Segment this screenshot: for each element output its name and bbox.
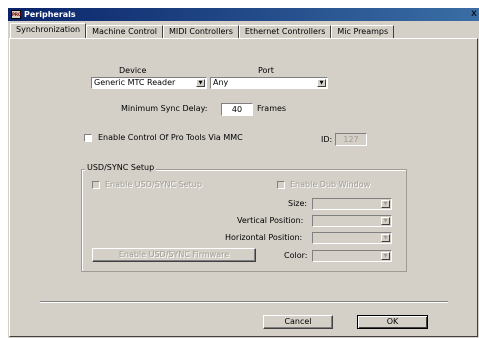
horizontal-position-select[interactable]: ▼ [312,232,392,244]
cancel-button[interactable]: Cancel [263,315,333,329]
device-label: Device [119,66,147,75]
tab-mic-preamps[interactable]: Mic Preamps [331,25,395,38]
chevron-down-icon[interactable]: ▼ [381,200,390,208]
port-label: Port [258,66,274,75]
size-select[interactable]: ▼ [312,198,392,210]
ok-button[interactable]: OK [357,315,428,329]
title-bar[interactable]: PRO Peripherals x [8,8,479,21]
size-label: Size: [288,199,308,208]
tab-synchronization[interactable]: Synchronization [10,23,87,38]
chevron-down-icon[interactable]: ▼ [317,79,326,87]
enable-dub-window-checkbox[interactable] [277,181,285,189]
tab-midi-controllers[interactable]: MIDI Controllers [163,25,239,38]
id-label: ID: [321,135,333,144]
footer-divider [40,301,448,303]
window-title: Peripherals [24,10,76,19]
vertical-position-label: Vertical Position: [237,216,304,225]
peripherals-window: PRO Peripherals x Synchronization Machin… [8,8,479,338]
chevron-down-icon[interactable]: ▼ [381,252,390,260]
color-label: Color: [284,251,308,260]
tab-strip: Synchronization Machine Control MIDI Con… [10,23,395,38]
min-sync-delay-label: Minimum Sync Delay: [121,104,208,113]
enable-usd-sync-checkbox[interactable] [92,181,100,189]
port-select-value: Any [213,78,229,87]
mmc-checkbox[interactable] [84,134,92,142]
enable-usd-sync-label: Enable USD/SYNC Setup [105,180,202,189]
min-sync-delay-input[interactable]: 40 [221,103,253,116]
mmc-label: Enable Control Of Pro Tools Via MMC [98,133,243,142]
device-select[interactable]: Generic MTC Reader ▼ [91,77,207,89]
device-select-value: Generic MTC Reader [94,78,176,87]
tab-machine-control[interactable]: Machine Control [86,25,164,38]
chevron-down-icon[interactable]: ▼ [196,79,205,87]
horizontal-position-label: Horizontal Position: [225,233,303,242]
pro-tools-icon: PRO [11,10,22,19]
synchronization-panel: Device Port Generic MTC Reader ▼ Any ▼ M… [9,38,478,337]
close-icon[interactable]: x [469,9,479,20]
frames-label: Frames [257,104,287,113]
tab-ethernet-controllers[interactable]: Ethernet Controllers [238,25,332,38]
usd-sync-group-title: USD/SYNC Setup [85,163,157,173]
mmc-id-field[interactable]: 127 [335,133,367,146]
enable-usd-sync-firmware-button[interactable]: Enable USD/SYNC Firmware [92,248,256,262]
chevron-down-icon[interactable]: ▼ [381,234,390,242]
vertical-position-select[interactable]: ▼ [312,215,392,227]
color-select[interactable]: ▼ [312,250,392,262]
chevron-down-icon[interactable]: ▼ [381,217,390,225]
enable-dub-window-label: Enable Dub Window [290,180,371,189]
port-select[interactable]: Any ▼ [210,77,328,89]
